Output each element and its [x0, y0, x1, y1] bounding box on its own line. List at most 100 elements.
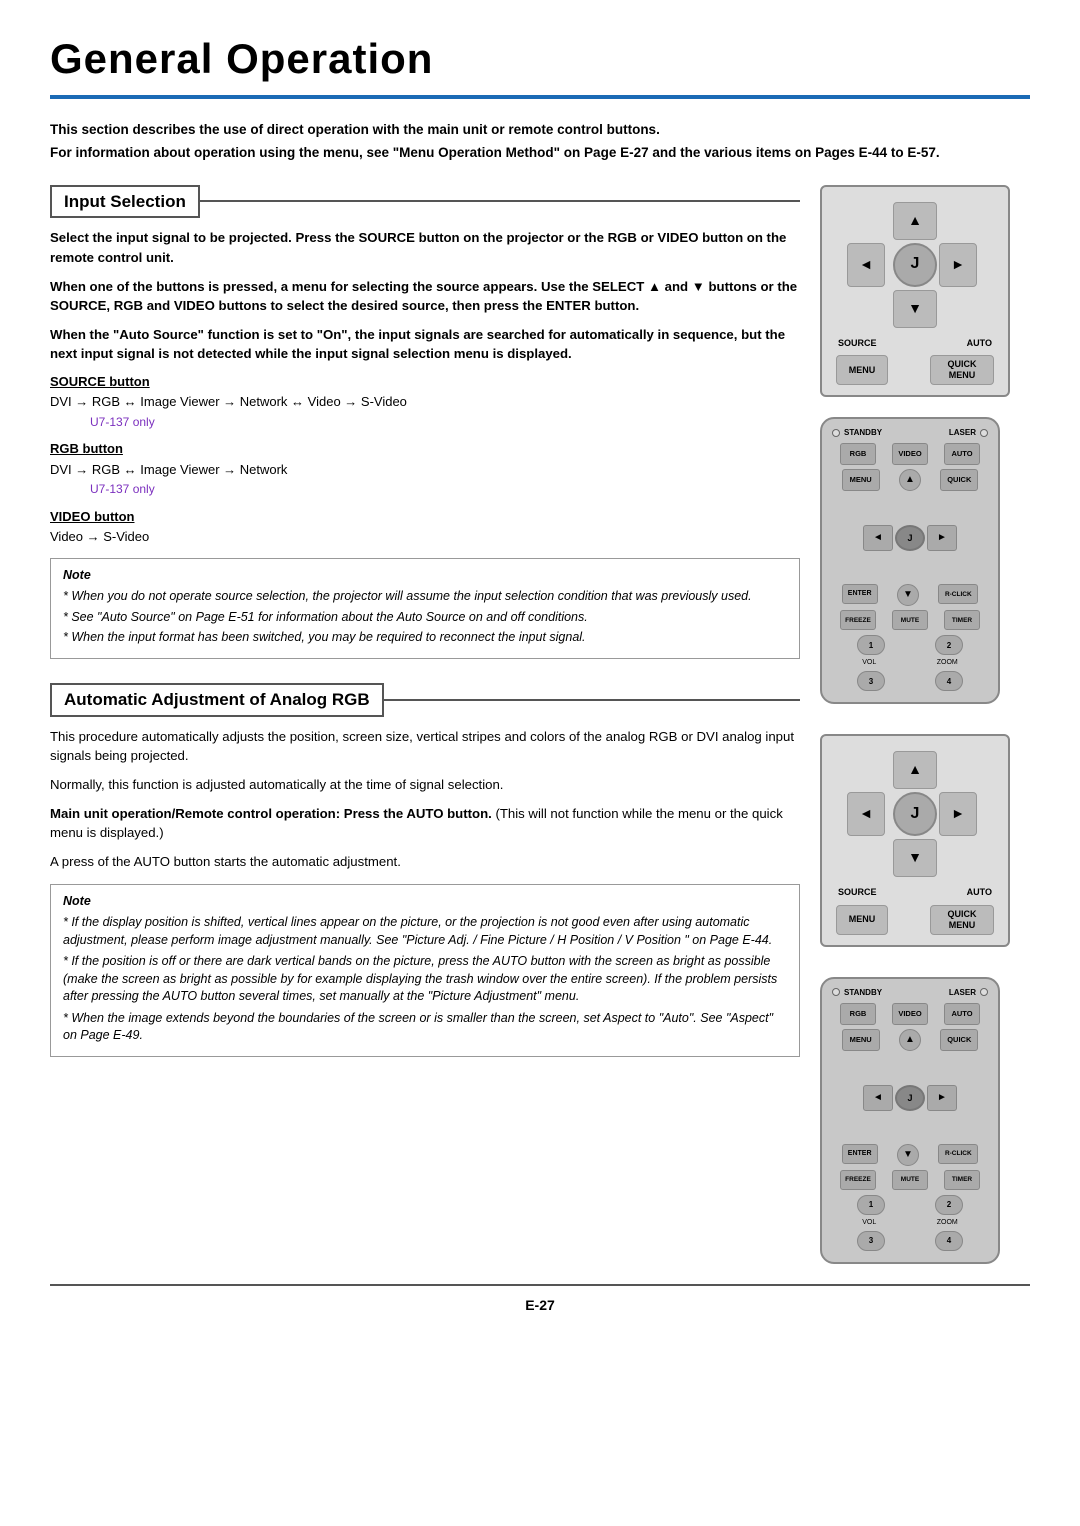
section2-header: Automatic Adjustment of Analog RGB — [50, 683, 800, 717]
section1-note-title: Note — [63, 567, 787, 585]
source-label-1: SOURCE — [838, 337, 877, 350]
remote-num-row-2: 1 2 — [832, 1195, 988, 1215]
proj-panel-labels-2: SOURCE AUTO — [832, 886, 998, 899]
up-btn-1[interactable]: ▲ — [899, 469, 921, 491]
mute-btn-2[interactable]: MUTE — [892, 1170, 928, 1190]
section2-para4: A press of the AUTO button starts the au… — [50, 852, 800, 871]
dpad-left-1[interactable]: ◄ — [847, 243, 885, 287]
projector-dpad-2: ▲ ◄ J ► ▼ — [832, 750, 998, 878]
video-btn-1[interactable]: VIDEO — [892, 443, 928, 465]
quick-btn-2[interactable]: QUICK — [940, 1029, 978, 1051]
section2-para3: Main unit operation/Remote control opera… — [50, 804, 800, 842]
menu-button-2[interactable]: MENU — [836, 905, 888, 935]
timer-btn-2[interactable]: TIMER — [944, 1170, 980, 1190]
dpad-center-1[interactable]: J — [893, 243, 937, 287]
section1-title: Input Selection — [50, 185, 200, 219]
quick-menu-button-1[interactable]: QUICKMENU — [930, 355, 994, 385]
menu-button-1[interactable]: MENU — [836, 355, 888, 385]
section1-para1: Select the input signal to be projected.… — [50, 228, 800, 266]
remote-row2-2: MENU ▲ QUICK — [832, 1029, 988, 1051]
dpad-right-1[interactable]: ► — [939, 243, 977, 287]
rdpad-empty-bl-1 — [863, 553, 893, 579]
standby-dot-1 — [832, 429, 840, 437]
section2-note-box: Note * If the display position is shifte… — [50, 884, 800, 1057]
rgb-btn-1[interactable]: RGB — [840, 443, 876, 465]
remote-control-2: STANDBY LASER RGB VIDEO AUTO MENU ▲ QUIC… — [820, 977, 1000, 1264]
source-button-desc: DVI → RGB ↔ Image Viewer → Network ↔ Vid… — [50, 393, 800, 411]
rclick-btn-1[interactable]: R-CLICK — [938, 584, 978, 604]
btn-1-1[interactable]: 1 — [857, 635, 885, 655]
freeze-btn-1[interactable]: FREEZE — [840, 610, 876, 630]
rdpad-left-2[interactable]: ◄ — [863, 1085, 893, 1111]
dpad-up-2[interactable]: ▲ — [893, 751, 937, 789]
proj-panel-labels-1: SOURCE AUTO — [832, 337, 998, 350]
auto-btn-2[interactable]: AUTO — [944, 1003, 980, 1025]
right-column: ▲ ◄ J ► ▼ SOURCE AUTO MENU QUICKMENU — [820, 185, 1030, 1264]
laser-dot-2 — [980, 988, 988, 996]
projector-panel-2: ▲ ◄ J ► ▼ SOURCE AUTO MENU QUICKMENU — [820, 734, 1010, 947]
dpad-right-2[interactable]: ► — [939, 792, 977, 836]
enter-btn-2[interactable]: ENTER — [842, 1144, 878, 1164]
rdpad-left-1[interactable]: ◄ — [863, 525, 893, 551]
rgb-btn-2[interactable]: RGB — [840, 1003, 876, 1025]
down-btn-2[interactable]: ▼ — [897, 1144, 919, 1166]
zoom-label-1: ZOOM — [937, 658, 958, 668]
remote-laser-area-1: LASER — [949, 427, 988, 438]
remote-vol-zoom-2: VOL ZOOM — [832, 1218, 988, 1228]
main-layout: Input Selection Select the input signal … — [50, 185, 1030, 1264]
dpad-down-1[interactable]: ▼ — [893, 290, 937, 328]
btn-2-1[interactable]: 2 — [935, 635, 963, 655]
btn-1-2[interactable]: 1 — [857, 1195, 885, 1215]
freeze-btn-2[interactable]: FREEZE — [840, 1170, 876, 1190]
remote-num-row2-1: 3 4 — [832, 671, 988, 691]
menu-btn-2[interactable]: MENU — [842, 1029, 880, 1051]
projector-dpad-1: ▲ ◄ J ► ▼ — [832, 201, 998, 329]
btn-2-2[interactable]: 2 — [935, 1195, 963, 1215]
rdpad-empty-tc-1 — [895, 497, 925, 523]
input-selection-section: Input Selection Select the input signal … — [50, 185, 800, 659]
remote-top-2: STANDBY LASER — [832, 987, 988, 998]
dpad-center-2[interactable]: J — [893, 792, 937, 836]
vol-label-2: VOL — [862, 1218, 876, 1228]
auto-label-1: AUTO — [967, 337, 992, 350]
laser-label-1: LASER — [949, 427, 976, 438]
dpad-up-1[interactable]: ▲ — [893, 202, 937, 240]
rdpad-center-2[interactable]: J — [895, 1085, 925, 1111]
rdpad-right-2[interactable]: ► — [927, 1085, 957, 1111]
standby-label-1: STANDBY — [844, 427, 882, 438]
laser-label-2: LASER — [949, 987, 976, 998]
quick-btn-1[interactable]: QUICK — [940, 469, 978, 491]
menu-btn-1[interactable]: MENU — [842, 469, 880, 491]
enter-btn-1[interactable]: ENTER — [842, 584, 878, 604]
rdpad-empty-tl-1 — [863, 497, 893, 523]
btn-4-1[interactable]: 4 — [935, 671, 963, 691]
page-title: General Operation — [50, 30, 1030, 89]
btn-3-2[interactable]: 3 — [857, 1231, 885, 1251]
section1-note1: * When you do not operate source selecti… — [63, 588, 787, 606]
page-number: E-27 — [50, 1284, 1030, 1316]
mute-btn-1[interactable]: MUTE — [892, 610, 928, 630]
rdpad-center-1[interactable]: J — [895, 525, 925, 551]
video-btn-2[interactable]: VIDEO — [892, 1003, 928, 1025]
btn-3-1[interactable]: 3 — [857, 671, 885, 691]
remote-control-1: STANDBY LASER RGB VIDEO AUTO MENU ▲ QUIC… — [820, 417, 1000, 704]
section1-note3: * When the input format has been switche… — [63, 629, 787, 647]
page-header: General Operation — [50, 30, 1030, 99]
auto-adjustment-section: Automatic Adjustment of Analog RGB This … — [50, 683, 800, 1057]
dpad-left-2[interactable]: ◄ — [847, 792, 885, 836]
quick-menu-button-2[interactable]: QUICKMENU — [930, 905, 994, 935]
up-btn-2[interactable]: ▲ — [899, 1029, 921, 1051]
section2-title: Automatic Adjustment of Analog RGB — [50, 683, 384, 717]
section2-rule — [384, 699, 800, 701]
rgb-button-note: U7-137 only — [90, 481, 800, 498]
section2-note2: * If the position is off or there are da… — [63, 953, 787, 1006]
auto-btn-1[interactable]: AUTO — [944, 443, 980, 465]
section1-para2: When one of the buttons is pressed, a me… — [50, 277, 800, 315]
down-btn-1[interactable]: ▼ — [897, 584, 919, 606]
timer-btn-1[interactable]: TIMER — [944, 610, 980, 630]
btn-4-2[interactable]: 4 — [935, 1231, 963, 1251]
rdpad-right-1[interactable]: ► — [927, 525, 957, 551]
rclick-btn-2[interactable]: R-CLICK — [938, 1144, 978, 1164]
remote-vol-zoom-1: VOL ZOOM — [832, 658, 988, 668]
dpad-down-2[interactable]: ▼ — [893, 839, 937, 877]
